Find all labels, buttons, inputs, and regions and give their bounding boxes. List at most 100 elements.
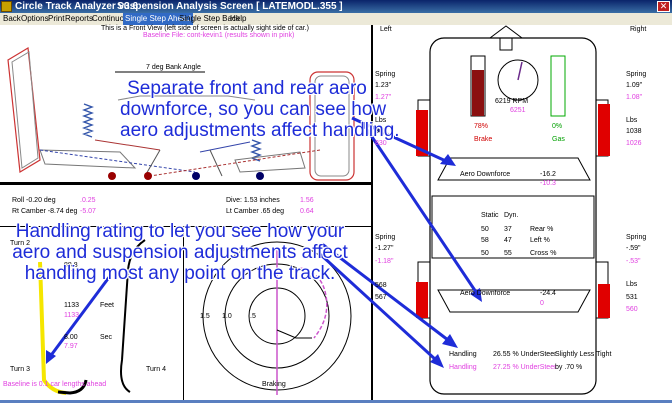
- handling-description: Slightly Less Tight: [555, 351, 612, 358]
- rt-camber-baseline: -5.07: [80, 208, 96, 215]
- lf-spring-value: 1.23": [375, 82, 392, 89]
- handling-callout-line-2: aero and suspension adjustments affect: [12, 242, 348, 263]
- aero-callout-line-2: downforce, so you can see how: [120, 99, 387, 120]
- rear-pct-label: Rear %: [530, 226, 554, 233]
- rf-spring-value: 1.09": [626, 82, 643, 89]
- right-front-tire-inner-icon: [11, 51, 39, 169]
- cross-pct-static: 50: [481, 250, 489, 257]
- roll-baseline: .0.25: [80, 197, 96, 204]
- app-window: Circle Track Analyzer v3.6 Suspension An…: [0, 0, 672, 403]
- roll-center-dot-3: [192, 172, 200, 180]
- rr-lbs-baseline: 560: [626, 306, 638, 313]
- lr-lbs-value: 568: [375, 282, 387, 289]
- feet-baseline: 1133: [64, 312, 80, 319]
- right-upper-arm-icon: [94, 139, 161, 151]
- brake-gauge-fill: [472, 70, 484, 116]
- gas-percent: 0%: [552, 123, 563, 130]
- feet-label: Feet: [100, 302, 115, 309]
- g-label-1-5: 1.5: [200, 313, 210, 320]
- lt-camber-label: Lt Camber .65 deg: [226, 208, 284, 215]
- rf-lbs-baseline: 1026: [626, 140, 642, 147]
- handling-callout-line-1: Handling rating to let you see how your: [15, 221, 345, 242]
- handling-label: Handling: [449, 351, 477, 358]
- secs-value: 8.00: [64, 334, 78, 341]
- lr-spring-value: -1.27": [375, 245, 394, 252]
- cross-pct-label: Cross %: [530, 250, 557, 257]
- left-lower-arm-icon: [234, 151, 306, 173]
- turn3-label: Turn 3: [10, 366, 30, 373]
- rear-aero-baseline: 0: [540, 300, 544, 307]
- rt-camber-label: Rt Camber -8.74 deg: [12, 208, 78, 215]
- dive-baseline: 1.56: [300, 197, 314, 204]
- roll-center-dot-2: [144, 172, 152, 180]
- aero-callout-line-1: Separate front and rear aero: [127, 78, 367, 99]
- g-label-0-5: .5: [250, 313, 256, 320]
- rr-spring-value: -.59": [626, 245, 641, 252]
- lr-spring-label: Spring: [375, 234, 396, 241]
- lt-camber-baseline: 0.64: [300, 208, 314, 215]
- left-pct-dyn: 47: [504, 237, 512, 244]
- rr-load-bar: [598, 284, 610, 318]
- rear-aero-label: Aero Downforce: [460, 290, 511, 297]
- cross-pct-dyn: 55: [504, 250, 512, 257]
- steering-link-right: [209, 149, 223, 177]
- rf-spring-label: Spring: [626, 71, 647, 78]
- right-lower-arm-icon: [39, 149, 137, 169]
- rf-spring-baseline: 1.08": [626, 94, 643, 101]
- left-pct-static: 58: [481, 237, 489, 244]
- front-aero-value: -16.2: [540, 171, 556, 178]
- rr-lbs-label: Lbs: [626, 281, 638, 288]
- rr-spring-baseline: -.53": [626, 258, 641, 265]
- handling-callout-line-3: handling most any point on the track.: [24, 263, 336, 284]
- static-label: Static: [481, 212, 499, 219]
- rear-pct-static: 50: [481, 226, 489, 233]
- rr-spring-label: Spring: [626, 234, 647, 241]
- rpm-value: 6219 RPM: [495, 98, 529, 105]
- rear-aero-value: -24.4: [540, 290, 556, 297]
- left-pct-label: Left %: [530, 237, 550, 244]
- gas-gauge-outline: [550, 55, 566, 117]
- rf-lbs-value: 1038: [626, 128, 642, 135]
- roll-center-line-blue: [39, 149, 196, 173]
- rpm-baseline: 6251: [510, 107, 526, 114]
- handling-difference: by .70 %: [555, 364, 583, 371]
- tach-needle: [517, 61, 523, 81]
- turn4-label: Turn 4: [146, 366, 166, 373]
- lf-spring-label: Spring: [375, 71, 396, 78]
- lr-lbs-baseline: 567: [375, 294, 387, 301]
- g-vector: [276, 329, 312, 339]
- handling-callout: Handling rating to let you see how your …: [10, 221, 350, 284]
- lr-load-bar: [416, 282, 428, 318]
- baseline-file: Baseline File: cont-kevin1 (results show…: [143, 32, 295, 39]
- aero-callout: Separate front and rear aero downforce, …: [120, 78, 400, 141]
- g-label-1-0: 1.0: [222, 313, 232, 320]
- graphics-layer: [7, 25, 610, 395]
- secs-label: Sec: [100, 334, 113, 341]
- roll-center-line-red: [149, 149, 321, 177]
- right-spring-icon: [82, 103, 94, 138]
- gas-label: Gas: [552, 136, 565, 143]
- roll-center-dot-4: [256, 172, 264, 180]
- front-aero-baseline: -10.3: [540, 180, 556, 187]
- brake-label: Brake: [474, 136, 493, 143]
- front-aero-label: Aero Downforce: [460, 171, 511, 178]
- feet-value: 1133: [64, 302, 80, 309]
- handling-baseline-value: 27.25 % UnderSteer: [493, 364, 557, 371]
- dive-label: Dive: 1.53 inches: [226, 197, 280, 204]
- brake-percent: 78%: [474, 123, 489, 130]
- rf-load-bar: [598, 104, 610, 156]
- rear-pct-dyn: 37: [504, 226, 512, 233]
- handling-value: 26.55 % UnderSteer: [493, 351, 557, 358]
- callout-arrow-track: [50, 275, 112, 355]
- secs-baseline: 7.97: [64, 343, 78, 350]
- right-label: Right: [630, 26, 647, 33]
- aero-callout-line-3: aero adjustments affect handling.: [120, 120, 400, 141]
- roll-label: Roll -0.20 deg: [12, 197, 56, 204]
- weight-percent-box: [431, 195, 595, 259]
- lf-lbs-baseline: 830: [375, 140, 387, 147]
- bank-angle-label: 7 deg Bank Angle: [146, 64, 201, 71]
- handling-baseline-label: Handling: [449, 364, 477, 371]
- roll-center-dot-1: [108, 172, 116, 180]
- rr-lbs-value: 531: [626, 294, 638, 301]
- baseline-note: Baseline is 0.1 car lengths ahead: [3, 381, 107, 388]
